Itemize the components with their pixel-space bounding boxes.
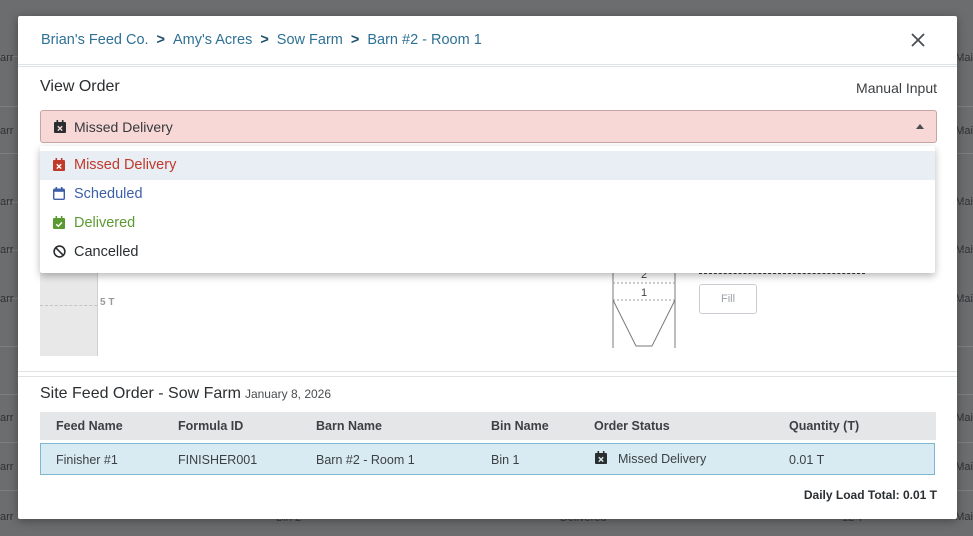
menu-item-label: Cancelled [74, 244, 139, 260]
calendar-outline-icon [52, 187, 66, 205]
breadcrumb-separator: > [260, 32, 269, 48]
menu-item-missed-delivery[interactable]: Missed Delivery [40, 151, 935, 180]
cell-barn-name: Barn #2 - Room 1 [316, 453, 415, 467]
caret-up-icon [916, 124, 924, 129]
bg-edge-text: Mai [955, 511, 973, 523]
bg-edge-text: Mai [955, 412, 973, 424]
bg-edge-text: arr [0, 196, 14, 208]
order-table-header: Feed Name Formula ID Barn Name Bin Name … [40, 412, 936, 440]
breadcrumb-site[interactable]: Sow Farm [277, 32, 343, 48]
column-header: Quantity (T) [789, 419, 860, 433]
breadcrumb-separator: > [350, 32, 360, 48]
breadcrumb-separator: > [156, 32, 166, 48]
status-dropdown-menu: Missed Delivery Scheduled Delivered Canc… [40, 146, 935, 273]
bg-edge-text: Mai [955, 293, 973, 305]
cancel-circle-icon [53, 245, 66, 263]
divider [18, 66, 957, 67]
breadcrumb-company[interactable]: Brian's Feed Co. [41, 32, 149, 48]
modal-header: Brian's Feed Co. > Amy's Acres > Sow Farm > Ba… [18, 16, 957, 65]
table-row[interactable]: Finisher #1 FINISHER001 Barn #2 - Room 1… [40, 443, 935, 475]
breadcrumb-farm[interactable]: Amy's Acres [173, 32, 252, 48]
bg-edge-text: arr [0, 244, 14, 256]
bg-edge-text: Mai [955, 244, 973, 256]
fill-button[interactable]: Fill [699, 284, 757, 314]
menu-item-delivered[interactable]: Delivered [40, 209, 935, 238]
view-order-title: View Order [40, 78, 120, 95]
order-status-select[interactable]: Missed Delivery [40, 110, 937, 143]
menu-item-label: Scheduled [74, 186, 143, 202]
bg-edge-text: Mai [955, 196, 973, 208]
selected-status-label: Missed Delivery [74, 119, 173, 135]
column-header: Barn Name [316, 419, 382, 433]
menu-item-scheduled[interactable]: Scheduled [40, 180, 935, 209]
cell-order-status: Missed Delivery [618, 452, 707, 466]
cell-bin-name: Bin 1 [491, 453, 520, 467]
column-header: Bin Name [491, 419, 549, 433]
divider [18, 371, 957, 372]
divider [18, 376, 957, 377]
bg-edge-text: arr [0, 412, 14, 424]
bg-edge-text: arr [0, 52, 14, 64]
chart-gridline [40, 305, 97, 306]
bg-edge-text: arr [0, 461, 14, 473]
column-header: Feed Name [56, 419, 123, 433]
order-modal: Brian's Feed Co. > Amy's Acres > Sow Farm > Ba… [18, 16, 957, 519]
calendar-x-icon [53, 158, 65, 176]
bg-edge-text: arr [0, 511, 14, 523]
column-header: Order Status [594, 419, 670, 433]
close-button[interactable] [909, 31, 927, 49]
cell-formula-id: FINISHER001 [178, 453, 258, 467]
bin-underline [699, 273, 865, 274]
menu-item-label: Missed Delivery [74, 157, 177, 173]
bg-edge-text: Mai [955, 461, 973, 473]
daily-load-total: Daily Load Total: 0.01 T [803, 488, 937, 502]
column-header: Formula ID [178, 419, 244, 433]
calendar-x-icon [595, 451, 607, 467]
bin-level-1: 1 [641, 287, 647, 299]
manual-input-link[interactable]: Manual Input [856, 80, 937, 96]
bg-edge-text: Mai [955, 125, 973, 137]
breadcrumb-barn[interactable]: Barn #2 - Room 1 [367, 32, 481, 48]
site-order-date: January 8, 2026 [244, 387, 332, 401]
calendar-check-icon [53, 216, 65, 234]
calendar-x-icon [54, 120, 66, 138]
bg-edge-text: arr [0, 293, 14, 305]
bg-edge-text: Mai [955, 52, 973, 64]
menu-item-label: Delivered [74, 215, 136, 231]
menu-item-cancelled[interactable]: Cancelled [40, 238, 935, 267]
breadcrumb: Brian's Feed Co. > Amy's Acres > Sow Farm > Ba… [41, 32, 482, 48]
cell-quantity: 0.01 T [789, 453, 825, 467]
chart-level-label: 5 T [100, 297, 115, 308]
close-icon [911, 33, 925, 47]
bg-edge-text: arr [0, 125, 14, 137]
cell-feed-name: Finisher #1 [56, 453, 118, 467]
site-order-title: Site Feed Order - Sow Farm January 8, 202… [40, 385, 331, 403]
site-order-heading: Site Feed Order - Sow Farm [40, 385, 241, 402]
